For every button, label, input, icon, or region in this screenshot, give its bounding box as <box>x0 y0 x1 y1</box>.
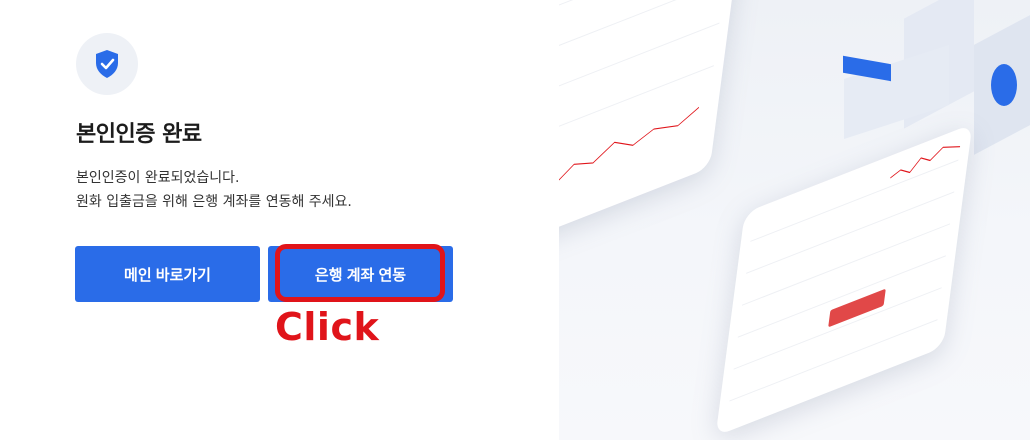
verification-panel: 본인인증 완료 본인인증이 완료되었습니다. 원화 입출금을 위해 은행 계좌를… <box>0 0 559 440</box>
main-page-button[interactable]: 메인 바로가기 <box>75 246 260 302</box>
phone-mockup-2 <box>715 123 973 437</box>
shield-check-icon <box>96 50 118 78</box>
shield-badge <box>76 33 138 95</box>
decorative-dot <box>991 64 1017 106</box>
click-annotation: Click <box>275 305 380 349</box>
app-illustration <box>559 0 1030 440</box>
list-divider <box>729 319 938 402</box>
description: 본인인증이 완료되었습니다. 원화 입출금을 위해 은행 계좌를 연동해 주세요… <box>76 166 352 214</box>
page-title: 본인인증 완료 <box>76 122 202 147</box>
price-chart-line <box>890 146 961 179</box>
phone-mockup-1 <box>559 0 747 250</box>
description-line-2: 원화 입출금을 위해 은행 계좌를 연동해 주세요. <box>76 194 352 210</box>
link-bank-account-button[interactable]: 은행 계좌 연동 <box>268 246 453 302</box>
list-divider <box>559 0 726 55</box>
list-divider <box>559 22 720 98</box>
description-line-1: 본인인증이 완료되었습니다. <box>76 170 240 186</box>
